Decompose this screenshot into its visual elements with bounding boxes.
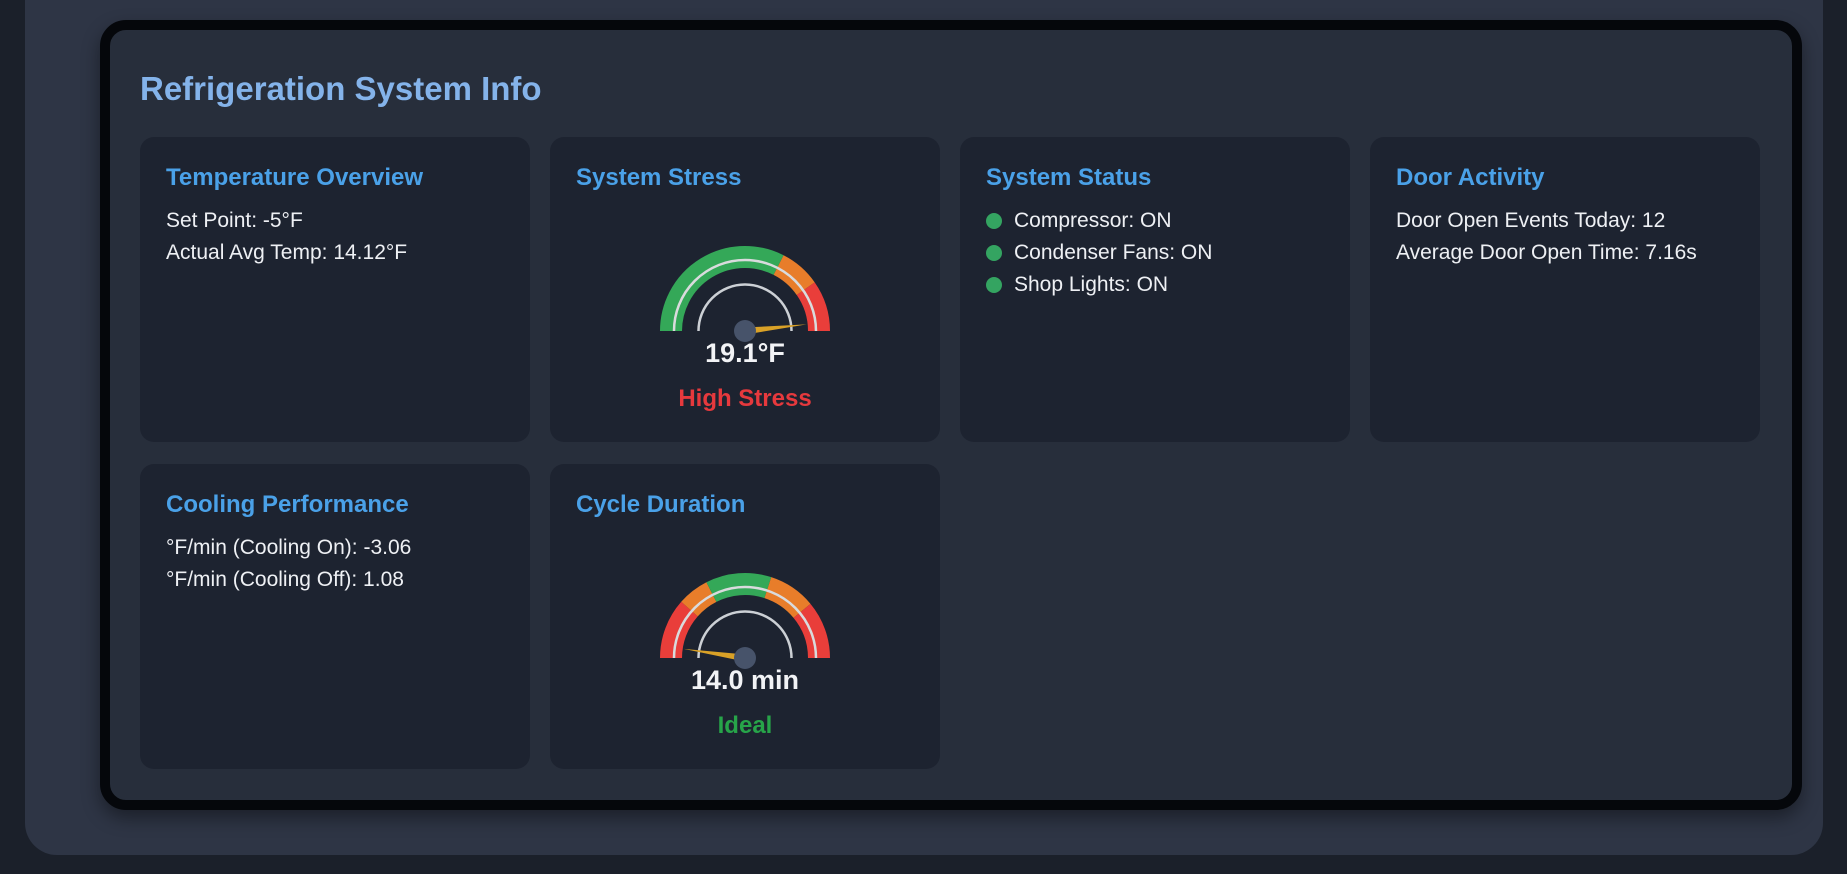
card-title: Cooling Performance bbox=[166, 491, 409, 518]
card-door-activity: Door Activity Door Open Events Today: 12… bbox=[1370, 137, 1760, 442]
card-system-status: System Status Compressor: ON Condenser F… bbox=[960, 137, 1350, 442]
status-row: Shop Lights: ON bbox=[986, 269, 1324, 301]
card-title: Cycle Duration bbox=[576, 491, 746, 518]
refrigeration-dashboard-panel: Refrigeration System Info Temperature Ov… bbox=[100, 20, 1802, 810]
gauge-value: 19.1°F bbox=[705, 338, 785, 368]
page-background: Refrigeration System Info Temperature Ov… bbox=[0, 0, 1847, 874]
metric-line: Average Door Open Time: 7.16s bbox=[1396, 241, 1697, 264]
status-label: Shop Lights: ON bbox=[1014, 273, 1169, 296]
gauge-status-label: Ideal bbox=[717, 712, 773, 739]
status-row: Compressor: ON bbox=[986, 205, 1324, 237]
page-title: Refrigeration System Info bbox=[140, 70, 542, 107]
status-dot-icon bbox=[986, 213, 1002, 229]
status-row: Condenser Fans: ON bbox=[986, 237, 1324, 269]
metric-line: Set Point: -5°F bbox=[166, 209, 303, 232]
outer-panel: Refrigeration System Info Temperature Ov… bbox=[25, 0, 1823, 855]
metric-line: Door Open Events Today: 12 bbox=[1396, 209, 1666, 232]
card-temperature-overview: Temperature Overview Set Point: -5°F Act… bbox=[140, 137, 530, 442]
metric-line: Actual Avg Temp: 14.12°F bbox=[166, 241, 408, 264]
status-dot-icon bbox=[986, 245, 1002, 261]
metric-line: °F/min (Cooling Off): 1.08 bbox=[166, 568, 404, 591]
card-title: System Status bbox=[986, 164, 1152, 191]
gauge-status-label: High Stress bbox=[678, 385, 812, 412]
card-grid: Temperature Overview Set Point: -5°F Act… bbox=[140, 137, 1762, 769]
card-system-stress: System Stress 19.1°F High Stress bbox=[550, 137, 940, 442]
status-dot-icon bbox=[986, 277, 1002, 293]
metric-line: °F/min (Cooling On): -3.06 bbox=[166, 536, 412, 559]
card-title: Temperature Overview bbox=[166, 164, 424, 191]
card-cycle-duration: Cycle Duration 14.0 min Ideal bbox=[550, 464, 940, 769]
card-title: System Stress bbox=[576, 164, 742, 191]
status-label: Compressor: ON bbox=[1014, 209, 1172, 232]
status-label: Condenser Fans: ON bbox=[1014, 241, 1213, 264]
card-cooling-performance: Cooling Performance °F/min (Cooling On):… bbox=[140, 464, 530, 769]
card-title: Door Activity bbox=[1396, 164, 1545, 191]
gauge-value: 14.0 min bbox=[690, 665, 800, 695]
